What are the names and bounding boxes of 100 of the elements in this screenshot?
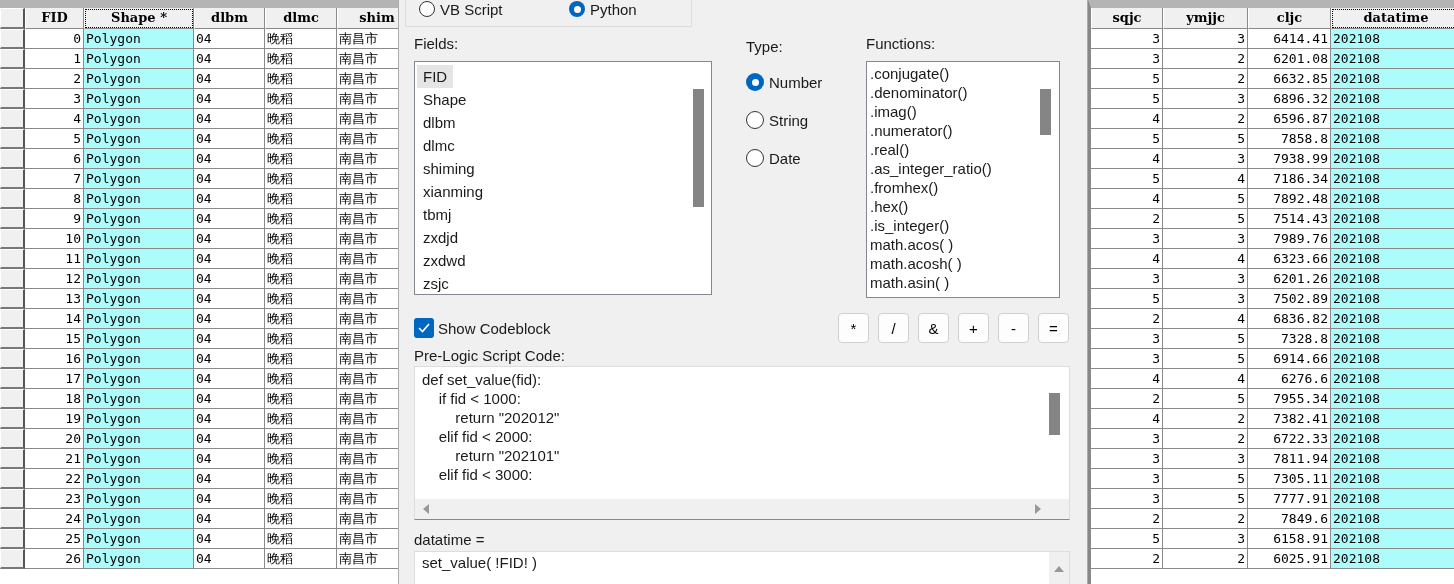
row-selector[interactable]	[0, 69, 25, 89]
list-item[interactable]: tbmj	[417, 203, 458, 226]
list-item[interactable]: .numerator()	[867, 121, 956, 140]
row-selector[interactable]	[0, 109, 25, 129]
list-item[interactable]: .denominator()	[867, 83, 971, 102]
row-selector[interactable]	[0, 489, 25, 509]
operator-button[interactable]: *	[838, 313, 869, 343]
scrollbar-thumb[interactable]	[693, 89, 704, 207]
column-header[interactable]: ymjjc	[1163, 8, 1248, 29]
scrollbar-thumb[interactable]	[1049, 393, 1060, 435]
table-cell: 3	[1163, 89, 1248, 109]
operator-button[interactable]: +	[958, 313, 989, 343]
list-item[interactable]: FID	[417, 65, 454, 88]
row-selector[interactable]	[0, 29, 25, 49]
row-selector[interactable]	[0, 409, 25, 429]
column-header[interactable]: Shape *	[84, 8, 194, 29]
table-cell: 202108	[1331, 489, 1454, 509]
code-line: if fid < 1000:	[437, 389, 522, 408]
row-selector[interactable]	[0, 449, 25, 469]
table-cell: 3	[1091, 429, 1163, 449]
functions-list[interactable]: .conjugate() .denominator() .imag() .numerator() .real() .as_integer_ratio() .fromhex() .hex() .is_integer() math.acos( ) math.acosh( ) math.asin( )	[866, 61, 1060, 298]
row-selector[interactable]	[0, 509, 25, 529]
column-header[interactable]: shim	[337, 8, 398, 29]
list-item[interactable]: .is_integer()	[867, 216, 953, 235]
list-item[interactable]: zsjc	[417, 272, 455, 295]
row-selector[interactable]	[0, 429, 25, 449]
radio-option[interactable]: VB Script	[419, 0, 569, 18]
list-item[interactable]: .fromhex()	[867, 178, 942, 197]
table-cell: Polygon	[84, 109, 194, 129]
row-selector[interactable]	[0, 469, 25, 489]
row-selector[interactable]	[0, 209, 25, 229]
row-selector[interactable]	[0, 189, 25, 209]
list-item[interactable]: .real()	[867, 140, 913, 159]
radio-option[interactable]: Python	[569, 0, 637, 18]
list-item[interactable]: .imag()	[867, 102, 920, 121]
row-selector[interactable]	[0, 329, 25, 349]
table-cell: 晚稻	[265, 249, 337, 269]
column-header[interactable]: FID	[25, 8, 84, 29]
column-header[interactable]: cljc	[1248, 8, 1331, 29]
scrollbar-thumb[interactable]	[1040, 89, 1051, 135]
row-selector[interactable]	[0, 309, 25, 329]
table-corner[interactable]	[0, 8, 25, 29]
table-cell: 202108	[1331, 309, 1454, 329]
row-selector[interactable]	[0, 169, 25, 189]
list-item[interactable]: math.acosh( )	[867, 254, 965, 273]
table-cell: 晚稻	[265, 49, 337, 69]
radio-option[interactable]: Date	[746, 149, 866, 167]
table-cell: 04	[194, 409, 265, 429]
row-selector[interactable]	[0, 349, 25, 369]
column-header[interactable]: datatime	[1331, 8, 1454, 29]
row-selector[interactable]	[0, 149, 25, 169]
column-header[interactable]: dlbm	[194, 8, 265, 29]
row-selector[interactable]	[0, 269, 25, 289]
table-cell: 晚稻	[265, 309, 337, 329]
row-selector[interactable]	[0, 549, 25, 569]
operator-button[interactable]: &	[918, 313, 949, 343]
radio-option[interactable]: Number	[746, 73, 866, 91]
list-item[interactable]: dlmc	[417, 134, 461, 157]
table-cell: 晚稻	[265, 29, 337, 49]
operator-button[interactable]: =	[1038, 313, 1069, 343]
row-selector[interactable]	[0, 229, 25, 249]
column-header[interactable]: dlmc	[265, 8, 337, 29]
table-cell: Polygon	[84, 149, 194, 169]
table-cell: 4	[1163, 249, 1248, 269]
table-cell: 2	[1091, 549, 1163, 569]
row-selector[interactable]	[0, 249, 25, 269]
list-item[interactable]: .conjugate()	[867, 64, 953, 83]
operator-button[interactable]: /	[878, 313, 909, 343]
row-selector[interactable]	[0, 129, 25, 149]
list-item[interactable]: shiming	[417, 157, 481, 180]
row-selector[interactable]	[0, 529, 25, 549]
code-editor[interactable]: def set_value(fid): if fid < 1000: return "202012" elif fid < 2000: return "202101" elif fid < 3000:	[414, 366, 1070, 520]
fields-list[interactable]: FID Shape dlbm dlmc shiming xianming tbmj zxdjd zxdwd zsjc	[414, 61, 712, 295]
row-selector[interactable]	[0, 389, 25, 409]
column-header[interactable]: sqjc	[1091, 8, 1163, 29]
table-cell: Polygon	[84, 189, 194, 209]
list-item[interactable]: zxdjd	[417, 226, 465, 249]
list-item[interactable]: dlbm	[417, 111, 462, 134]
table-cell: 2	[1091, 309, 1163, 329]
expression-field[interactable]: set_value( !FID! )	[414, 551, 1070, 584]
radio-option[interactable]: String	[746, 111, 866, 129]
list-item[interactable]: zxdwd	[417, 249, 472, 272]
list-item[interactable]: Shape	[417, 88, 473, 111]
list-item[interactable]: math.asin( )	[867, 273, 953, 292]
table-cell: 04	[194, 49, 265, 69]
list-item[interactable]: xianming	[417, 180, 490, 203]
checkbox-option[interactable]: Show Codeblock	[414, 317, 551, 339]
list-item[interactable]: .hex()	[867, 197, 912, 216]
row-selector[interactable]	[0, 49, 25, 69]
row-selector[interactable]	[0, 89, 25, 109]
table-cell: 04	[194, 269, 265, 289]
table-cell: Polygon	[84, 249, 194, 269]
row-selector[interactable]	[0, 369, 25, 389]
list-item[interactable]: math.acos( )	[867, 235, 957, 254]
table-cell: 04	[194, 429, 265, 449]
row-selector[interactable]	[0, 289, 25, 309]
table-cell: 04	[194, 509, 265, 529]
list-item[interactable]: .as_integer_ratio()	[867, 159, 995, 178]
table-cell: 晚稻	[265, 229, 337, 249]
operator-button[interactable]: -	[998, 313, 1029, 343]
